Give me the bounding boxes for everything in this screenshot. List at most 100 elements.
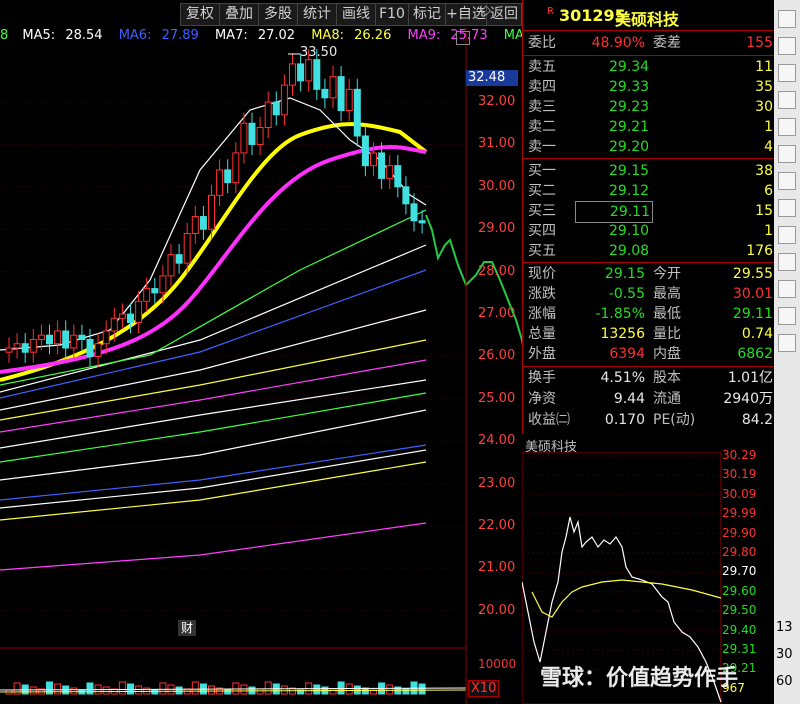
rsi-icon[interactable] (778, 253, 796, 271)
kline-chart[interactable] (0, 0, 522, 704)
candle-body (329, 76, 337, 99)
candle-body (402, 186, 410, 205)
buy-order-row[interactable]: 买二 29.12 6 (523, 181, 775, 201)
buy-order-row[interactable]: 买三 29.11 15 (523, 201, 775, 223)
candle-body (232, 152, 240, 184)
candlesticks (5, 49, 426, 368)
chart-icon[interactable] (778, 10, 796, 28)
intraday-price-label: 29.40 (722, 622, 757, 637)
ma5-label: MA5: 28.54 (22, 28, 103, 43)
fiz2-icon[interactable] (778, 172, 796, 190)
period-60-button[interactable]: 60 (776, 674, 793, 689)
volume-bar (54, 683, 62, 695)
ma7-label: MA7: 27.02 (214, 28, 296, 43)
price-axis-label: 22.00 (478, 518, 516, 533)
candle-body (410, 203, 418, 222)
current-price-tag: 32.48 (466, 70, 518, 86)
intraday-price-label: 29.31 (722, 642, 757, 656)
candle-body (256, 127, 264, 145)
intraday-price-label: 29.70 (722, 564, 757, 579)
candle-body (378, 152, 386, 179)
candle-body (191, 216, 199, 234)
sell-order-row[interactable]: 卖三 29.23 30 (523, 97, 775, 117)
ma-line (0, 409, 427, 481)
quote-row: 涨幅 -1.85% 最低 29.11 (528, 306, 773, 322)
candle-body (127, 313, 134, 324)
quote-row: 外盘 6394 内盘 6862 (528, 346, 773, 362)
ma-line (0, 339, 427, 421)
price-axis-label: 21.00 (478, 560, 516, 576)
price-axis-label: 27.00 (478, 306, 516, 322)
candle-body (78, 334, 86, 340)
intraday-price-label: 29.80 (722, 545, 757, 559)
candle-body (110, 317, 118, 332)
candle-body (143, 288, 151, 302)
sell-order-row[interactable]: 卖五 29.34 11 (523, 57, 775, 77)
ma8-label: MA8: 26.26 (311, 28, 392, 43)
f5-icon[interactable] (778, 307, 796, 325)
period-13-button[interactable]: 13 (776, 620, 793, 635)
committee-row: 委比 48.90% 委差 155 (528, 35, 773, 51)
f10-icon[interactable] (778, 91, 796, 109)
period-30-button[interactable]: 30 (776, 647, 793, 662)
candle-body (386, 165, 394, 179)
candle-body (280, 84, 288, 116)
candle-body (240, 122, 248, 154)
volume-bar (329, 688, 337, 695)
sell-order-row[interactable]: 卖一 29.20 4 (523, 137, 775, 157)
fundamental-row: 换手 4.51% 股本 1.01亿 (528, 370, 773, 386)
high-price-label: 33.50 (300, 45, 338, 60)
candle-body (86, 338, 94, 357)
candle-body (418, 220, 426, 224)
fundamental-row: 净资 9.44 流通 2940万 (528, 391, 773, 407)
sell-order-row[interactable]: 卖四 29.33 35 (523, 77, 775, 97)
intraday-price-label: 30.19 (722, 467, 757, 482)
candle-body (361, 135, 369, 167)
fiz-icon[interactable] (778, 145, 796, 163)
volume-bar (264, 681, 272, 695)
candle-body (297, 63, 305, 82)
stats-icon[interactable] (778, 199, 796, 217)
bar-icon[interactable] (778, 64, 796, 82)
candle-body (264, 101, 272, 129)
ma-line (0, 359, 427, 433)
volume-bar (418, 683, 426, 695)
f11-icon[interactable] (778, 118, 796, 136)
compass-icon[interactable] (778, 280, 796, 298)
volume-bar (208, 685, 215, 695)
finance-marker[interactable]: 财 (178, 620, 196, 636)
buy-order-row[interactable]: 买一 29.15 38 (523, 161, 775, 181)
candle-body (13, 343, 21, 349)
sell-order-row[interactable]: 卖二 29.21 1 (523, 117, 775, 137)
buy-order-row[interactable]: 买四 29.10 1 (523, 221, 775, 241)
volume-bar (86, 682, 94, 695)
quote-row: 现价 29.15 今开 29.55 (528, 266, 773, 282)
volume-bar (70, 687, 78, 695)
volume-bar (159, 682, 167, 695)
buy-order-row[interactable]: 买五 29.08 176 (523, 241, 775, 261)
stats2-icon[interactable] (778, 226, 796, 244)
ma-left-fragment: 8 (0, 28, 9, 43)
quote-row: 涨跌 -0.55 最高 30.01 (528, 286, 773, 302)
price-axis-label: 26.00 (478, 348, 516, 364)
quote-panel: R 301295 美硕科技 委比 48.90% 委差 155 卖五 29.34 11… (522, 0, 775, 434)
candle-body (337, 76, 345, 112)
f6-icon[interactable] (778, 334, 796, 352)
candle-body (62, 330, 70, 349)
volume-bar (386, 684, 394, 695)
candle-icon[interactable] (778, 37, 796, 55)
candle-body (175, 254, 183, 264)
candle-body (199, 216, 207, 230)
multiplier-button[interactable]: X10 (468, 680, 500, 697)
price-axis-label: 20.00 (478, 602, 516, 618)
candle-body (46, 334, 53, 345)
price-axis-label: 28.00 (478, 263, 516, 279)
stock-name: 美硕科技 (615, 10, 680, 29)
price-axis-label: 25.00 (478, 390, 516, 406)
diamond-icon[interactable]: ◇ (481, 3, 491, 18)
candle-body (159, 275, 167, 294)
ma-panel-close-icon[interactable] (456, 31, 470, 45)
volume-bar (191, 681, 199, 695)
ma9-label: MA9: 25.73 (407, 28, 488, 43)
price-axis-label: 29.00 (478, 221, 516, 237)
